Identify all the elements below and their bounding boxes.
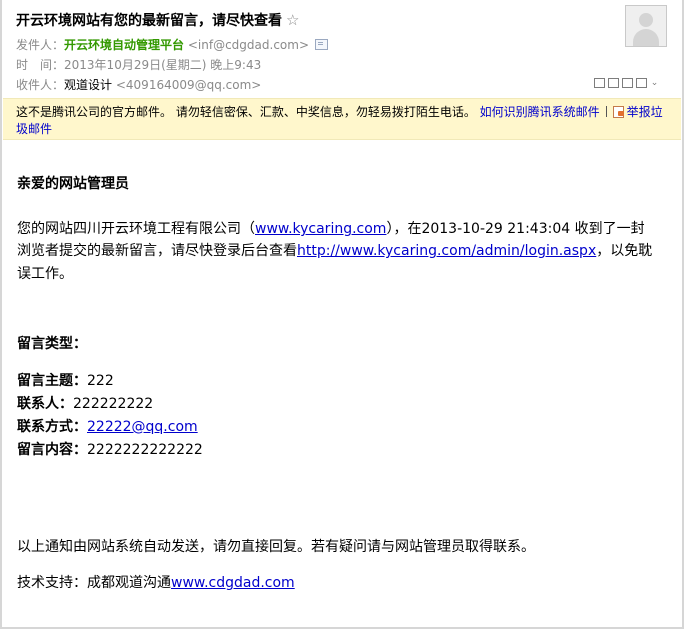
sender-name[interactable]: 开云环境自动管理平台: [64, 38, 184, 52]
paragraph-line-3: 误工作。: [17, 266, 73, 282]
contact-card-icon[interactable]: [315, 39, 328, 50]
separator: [605, 106, 607, 117]
security-warning-bar: 这不是腾讯公司的官方邮件。 请勿轻信密保、汇款、中奖信息，勿轻易拨打陌生电话。 …: [3, 98, 681, 140]
p1-prefix: 您的网站四川开云环境工程有限公司（: [17, 221, 255, 237]
message-type-label: 留言类型：: [17, 336, 87, 352]
left-border: [0, 0, 2, 629]
message-content-row: 留言内容：2222222222222: [17, 439, 203, 459]
sender-email[interactable]: <inf@cdgdad.com>: [188, 38, 309, 52]
warning-line-1: 这不是腾讯公司的官方邮件。 请勿轻信密保、汇款、中奖信息，勿轻易拨打陌生电话。 …: [16, 103, 663, 120]
contact-email-link[interactable]: 22222@qq.com: [87, 419, 198, 435]
contact-value: 222222222: [73, 396, 154, 412]
report-spam-link[interactable]: 举报垃: [627, 105, 663, 119]
admin-login-link[interactable]: http://www.kycaring.com/admin/login.aspx: [297, 243, 596, 259]
time-row: 时 间：2013年10月29日(星期二) 晚上9:43: [16, 56, 261, 73]
copy-icon[interactable]: [608, 77, 619, 88]
recipient-email[interactable]: <409164009@qq.com>: [116, 78, 262, 92]
mail-header: 开云环境网站有您的最新留言，请尽快查看 ☆ 发件人：开云环境自动管理平台 <inf…: [3, 0, 681, 98]
mail-subject-text: 开云环境网站有您的最新留言，请尽快查看: [16, 13, 282, 29]
expand-chevron-icon[interactable]: ⌄: [650, 78, 659, 87]
avatar-body: [633, 29, 659, 46]
avatar-head: [639, 13, 653, 27]
time-label: 时 间：: [16, 58, 65, 72]
warning-line-2: 圾邮件: [16, 120, 52, 137]
sender-label: 发件人：: [16, 38, 65, 52]
save-icon[interactable]: [622, 77, 633, 88]
star-icon[interactable]: ☆: [286, 11, 299, 29]
greeting: 亲爱的网站管理员: [17, 176, 129, 192]
p2-prefix: 浏览者提交的最新留言，请尽快登录后台查看: [17, 243, 297, 259]
message-subject-value: 222: [87, 373, 114, 389]
message-content-value: 2222222222222: [87, 442, 203, 458]
p2-suffix: ，以免耽: [596, 243, 653, 259]
report-spam-icon[interactable]: [612, 106, 625, 118]
support-label: 技术支持：成都观道沟通: [17, 575, 171, 591]
contact-label: 联系人：: [17, 396, 73, 412]
contact-method-row: 联系方式：22222@qq.com: [17, 416, 198, 436]
paragraph-line-2: 浏览者提交的最新留言，请尽快登录后台查看http://www.kycaring.…: [17, 240, 652, 260]
site-link[interactable]: www.kycaring.com: [255, 221, 386, 237]
support-row: 技术支持：成都观道沟通www.cdgdad.com: [17, 572, 295, 592]
contact-row: 联系人：222222222: [17, 393, 153, 413]
avatar[interactable]: [625, 5, 667, 47]
print-icon[interactable]: [636, 77, 647, 88]
recipient-name[interactable]: 观道设计: [64, 78, 112, 92]
paragraph-line-1: 您的网站四川开云环境工程有限公司（www.kycaring.com），在2013…: [17, 218, 645, 238]
mail-subject: 开云环境网站有您的最新留言，请尽快查看 ☆: [16, 10, 299, 30]
recipient-label: 收件人：: [16, 78, 65, 92]
p1-mid: ），在2013-10-29 21:43:04 收到了一封: [386, 221, 645, 237]
sender-row: 发件人：开云环境自动管理平台 <inf@cdgdad.com>: [16, 36, 328, 53]
report-spam-link-cont[interactable]: 圾邮件: [16, 122, 52, 136]
message-subject-row: 留言主题：222: [17, 370, 114, 390]
time-value: 2013年10月29日(星期二) 晚上9:43: [64, 58, 262, 72]
message-subject-label: 留言主题：: [17, 373, 87, 389]
support-link[interactable]: www.cdgdad.com: [171, 575, 295, 591]
identify-mail-link[interactable]: 如何识别腾讯系统邮件: [480, 105, 600, 119]
message-content-label: 留言内容：: [17, 442, 87, 458]
mail-toolbar: ⌄: [594, 72, 662, 88]
contact-method-label: 联系方式：: [17, 419, 87, 435]
footer-note: 以上通知由网站系统自动发送，请勿直接回复。若有疑问请与网站管理员取得联系。: [17, 539, 535, 555]
warning-text: 这不是腾讯公司的官方邮件。 请勿轻信密保、汇款、中奖信息，勿轻易拨打陌生电话。: [16, 105, 476, 119]
recipient-row: 收件人：观道设计 <409164009@qq.com>: [16, 76, 261, 93]
window-icon[interactable]: [594, 77, 605, 88]
